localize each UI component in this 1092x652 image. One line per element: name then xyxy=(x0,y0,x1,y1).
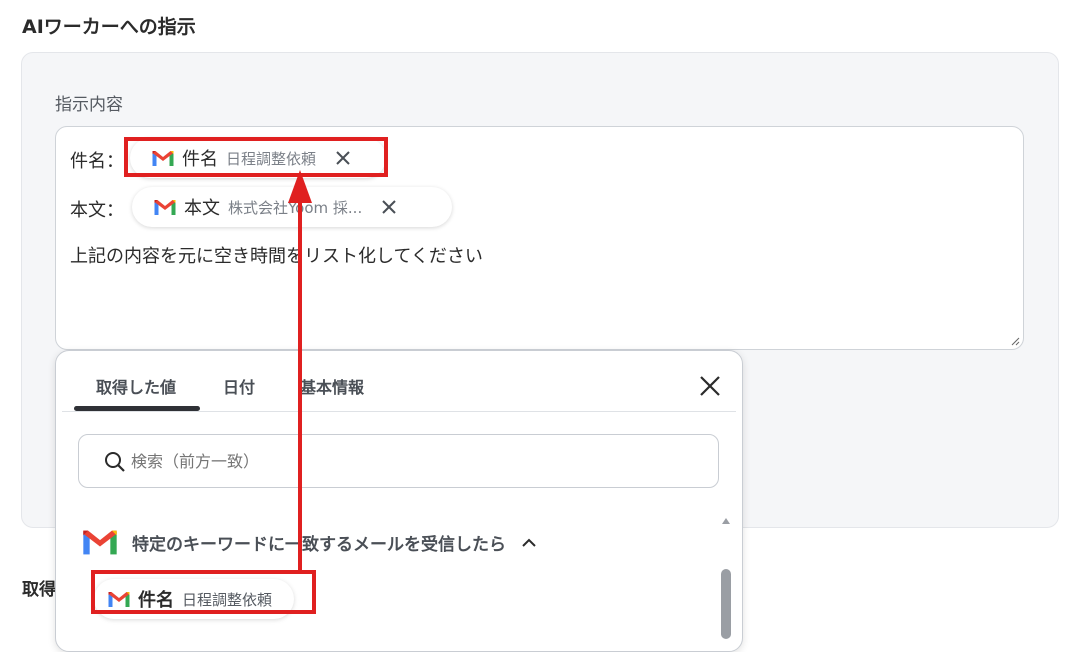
annotation-arrow xyxy=(288,170,312,570)
